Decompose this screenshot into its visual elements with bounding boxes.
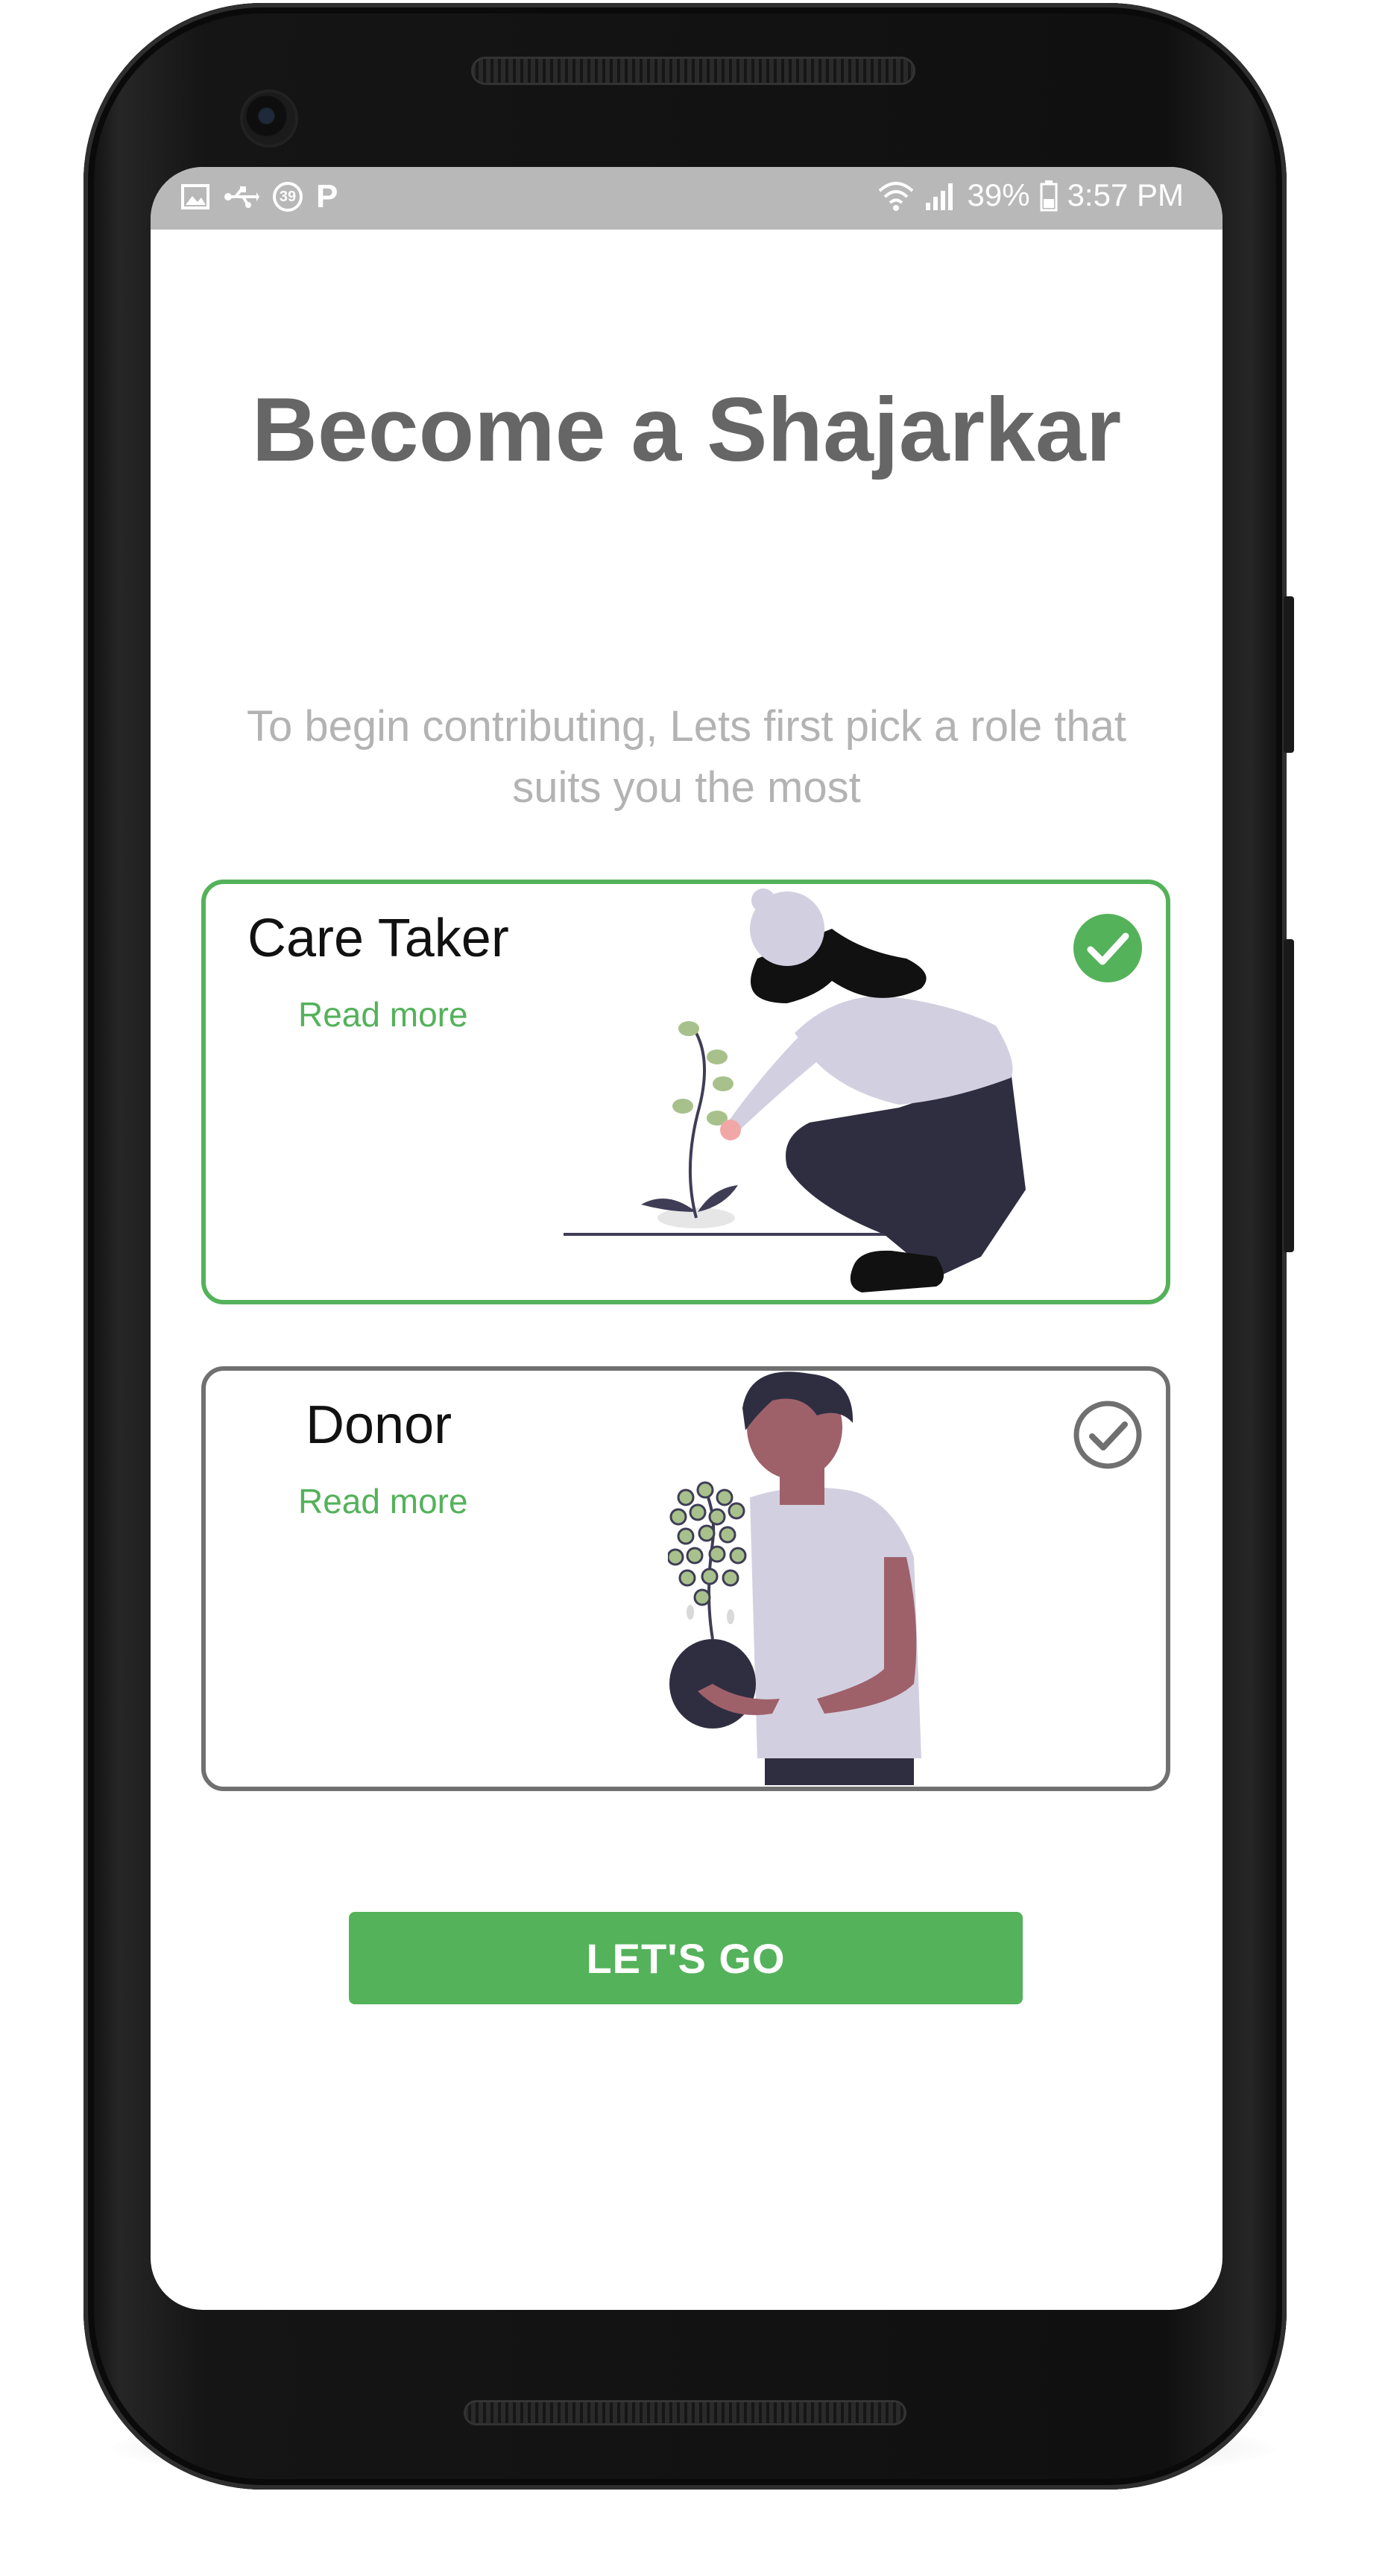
- status-left-icons: 39 P: [180, 180, 338, 213]
- role-card-care-taker[interactable]: Care Taker Read more: [201, 880, 1170, 1304]
- wifi-icon: [878, 182, 913, 211]
- check-circle-outline-icon: [1073, 1401, 1142, 1469]
- usb-icon: [224, 186, 259, 208]
- donor-holding-plant-illustration: [668, 1371, 921, 1785]
- top-speaker-grille: [471, 57, 915, 85]
- status-bar: 39 P 39% 3:57 PM: [151, 167, 1222, 230]
- power-button: [1284, 596, 1294, 753]
- device-mockup: 39 P 39% 3:57 PM Become a Shajarkar To b…: [0, 0, 1385, 2576]
- app-screen: 39 P 39% 3:57 PM Become a Shajarkar To b…: [151, 167, 1222, 2310]
- role-card-donor[interactable]: Donor Read more: [201, 1366, 1170, 1791]
- notification-count-badge: 39: [273, 182, 303, 212]
- volume-button: [1284, 939, 1294, 1252]
- battery-percentage: 39%: [967, 177, 1030, 212]
- lets-go-button[interactable]: LET'S GO: [349, 1912, 1023, 2004]
- caretaker-planting-illustration: [564, 888, 1026, 1292]
- page-title: Become a Shajarkar: [251, 379, 1122, 480]
- page-subtitle: To begin contributing, Lets first pick a…: [247, 702, 1126, 812]
- image-icon: [181, 184, 209, 209]
- signal-icon: [925, 183, 953, 210]
- role-title: Care Taker: [247, 909, 509, 968]
- read-more-link[interactable]: Read more: [298, 994, 468, 1035]
- status-time: 3:57 PM: [1067, 177, 1184, 212]
- status-right-icons: 39% 3:57 PM: [877, 177, 1184, 213]
- front-camera: [243, 92, 295, 145]
- bottom-speaker-grille: [464, 2400, 906, 2425]
- parking-icon: P: [316, 178, 338, 215]
- role-title: Donor: [306, 1395, 452, 1455]
- battery-icon: [1040, 180, 1058, 212]
- check-circle-filled-icon: [1073, 914, 1142, 982]
- read-more-link[interactable]: Read more: [298, 1481, 468, 1521]
